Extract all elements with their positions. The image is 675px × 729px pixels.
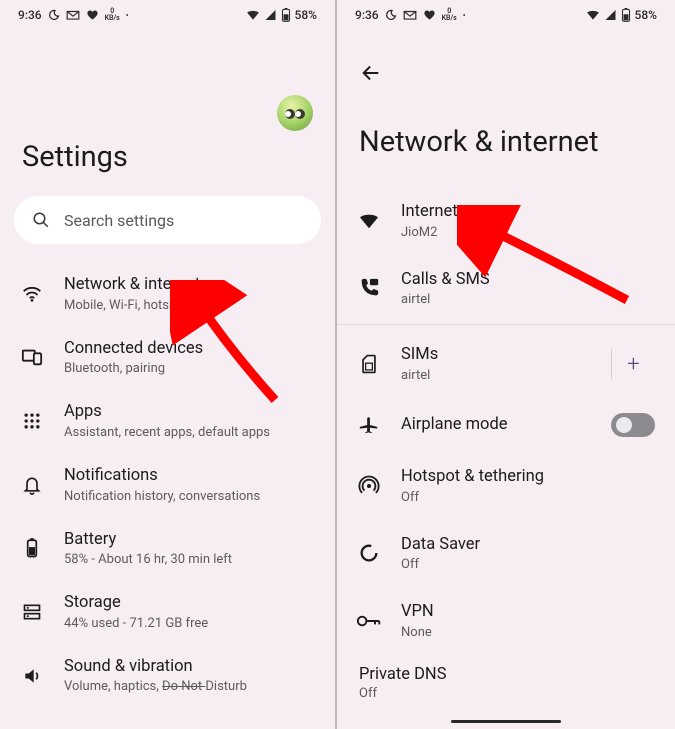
row-vpn[interactable]: VPN None [337,587,675,655]
row-sub: JioM2 [401,225,655,240]
row-notifications[interactable]: Notifications Notification history, conve… [0,453,335,517]
row-calls-sms[interactable]: Calls & SMSairtel [337,255,675,323]
wifi-status-icon [246,9,260,21]
battery-icon [20,536,44,560]
status-bar: 9:36 0KB/s • 58% [0,0,335,30]
row-battery[interactable]: Battery58% - About 16 hr, 30 min left [0,517,335,581]
row-connected-devices[interactable]: Connected devicesBluetooth, pairing [0,326,335,390]
heart-icon [86,9,99,21]
devices-icon [20,345,44,369]
row-sims[interactable]: SIMs airtel + [337,325,675,398]
row-sound-vibration[interactable]: Sound & vibrationVolume, haptics, Do Not… [0,644,335,708]
vpn-key-icon [357,609,381,633]
row-sub: Assistant, recent apps, default apps [64,425,315,440]
row-title: Storage [64,593,315,614]
row-internet[interactable]: Internet JioM2 [337,187,675,255]
phone-sms-icon [357,276,381,300]
sim-icon [357,352,381,376]
status-bar: 9:36 0KB/s • 58% [337,0,675,30]
row-title: Calls & SMS [401,270,655,291]
network-list: InternetJioM2 Calls & SMSairtel SIMsairt… [337,187,675,705]
nav-gesture-bar [451,720,561,723]
search-settings[interactable]: Search settings [14,196,321,244]
add-sim-button[interactable]: + [611,349,655,379]
wifi-status-icon [586,9,600,21]
row-apps[interactable]: Apps Assistant, recent apps, default apps [0,389,335,453]
signal-status-icon [264,9,277,21]
arrow-left-icon [360,62,382,84]
row-sub: 44% used - 71.21 GB free [64,616,315,631]
back-button[interactable] [353,55,389,91]
row-title: Battery [64,530,315,551]
battery-status-icon [621,8,631,22]
status-time: 9:36 [18,8,42,22]
row-sub: Mobile, Wi-Fi, hotspot [64,298,315,313]
row-sub: Off [359,686,653,701]
row-title: Sound & vibration [64,657,315,678]
apps-grid-icon [20,409,44,433]
row-sub: Volume, haptics, Do Not Disturb [64,679,315,694]
search-icon [32,211,50,229]
row-sub: Bluetooth, pairing [64,361,315,376]
row-title: Hotspot & tethering [401,467,655,488]
signal-status-icon [604,9,617,21]
moon-icon [385,9,397,21]
row-private-dns[interactable]: Private DNS Off [337,655,675,705]
wifi-filled-icon [357,209,381,233]
page-title: Network & internet [337,30,675,187]
row-sub: Off [401,490,655,505]
row-sub: Notification history, conversations [64,489,315,504]
profile-avatar[interactable] [277,95,313,131]
hotspot-icon [357,474,381,498]
row-title: SIMs [401,345,591,366]
airplane-toggle[interactable] [611,413,655,437]
row-title: Private DNS [359,665,653,684]
moon-icon [48,9,60,21]
volume-icon [20,664,44,688]
network-internet-screen: 9:36 0KB/s • 58% Network & internet Inte… [337,0,675,729]
search-placeholder: Search settings [64,211,174,230]
wifi-icon [20,282,44,306]
row-network-internet[interactable]: Network & internet Mobile, Wi-Fi, hotspot [0,262,335,326]
storage-icon [20,600,44,624]
settings-screen: 9:36 0KB/s • 58% Settings Search setting… [0,0,337,729]
row-airplane-mode[interactable]: Airplane mode [337,398,675,452]
heart-icon [423,9,436,21]
row-sub: airtel [401,368,591,383]
row-hotspot-tethering[interactable]: Hotspot & tethering Off [337,452,675,520]
data-saver-icon [357,541,381,565]
battery-percent: 58% [295,8,317,22]
data-speed-indicator: 0KB/s [105,8,120,22]
row-data-saver[interactable]: Data SaverOff [337,520,675,588]
row-title: Airplane mode [401,415,591,436]
row-title: Network & internet [64,275,315,296]
envelope-icon [403,9,417,21]
row-title: VPN [401,602,655,623]
row-title: Internet [401,202,655,223]
row-sub: airtel [401,292,655,307]
row-title: Connected devices [64,339,315,360]
row-sub: 58% - About 16 hr, 30 min left [64,552,315,567]
airplane-icon [357,413,381,437]
row-sub: Off [401,557,655,572]
row-storage[interactable]: Storage 44% used - 71.21 GB free [0,580,335,644]
status-time: 9:36 [355,8,379,22]
row-title: Data Saver [401,535,655,556]
row-title: Apps [64,402,315,423]
row-sub: None [401,625,655,640]
bell-icon [20,473,44,497]
envelope-icon [66,9,80,21]
settings-list: Network & internet Mobile, Wi-Fi, hotspot… [0,262,335,707]
battery-status-icon [281,8,291,22]
data-speed-indicator: 0KB/s [442,8,457,22]
battery-percent: 58% [635,8,657,22]
row-title: Notifications [64,466,315,487]
